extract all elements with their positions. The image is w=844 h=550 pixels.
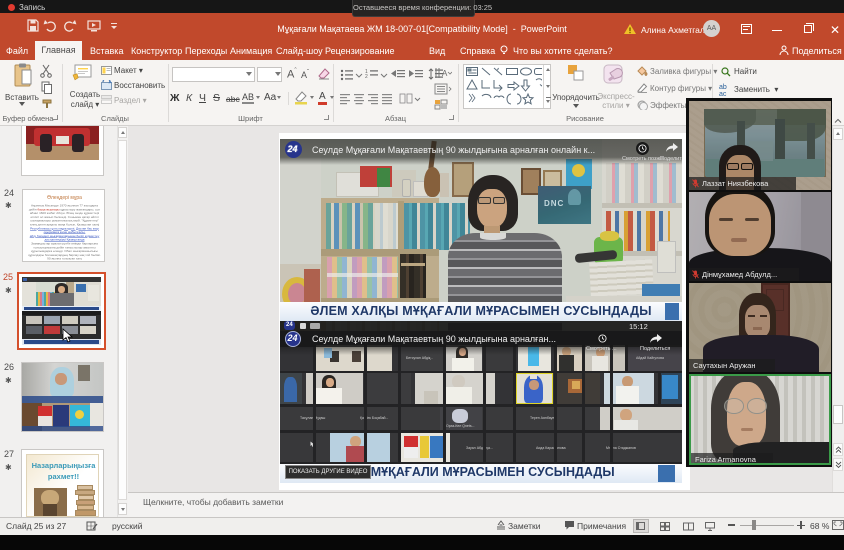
svg-text:A: A — [442, 69, 448, 78]
svg-text:2: 2 — [365, 74, 368, 80]
